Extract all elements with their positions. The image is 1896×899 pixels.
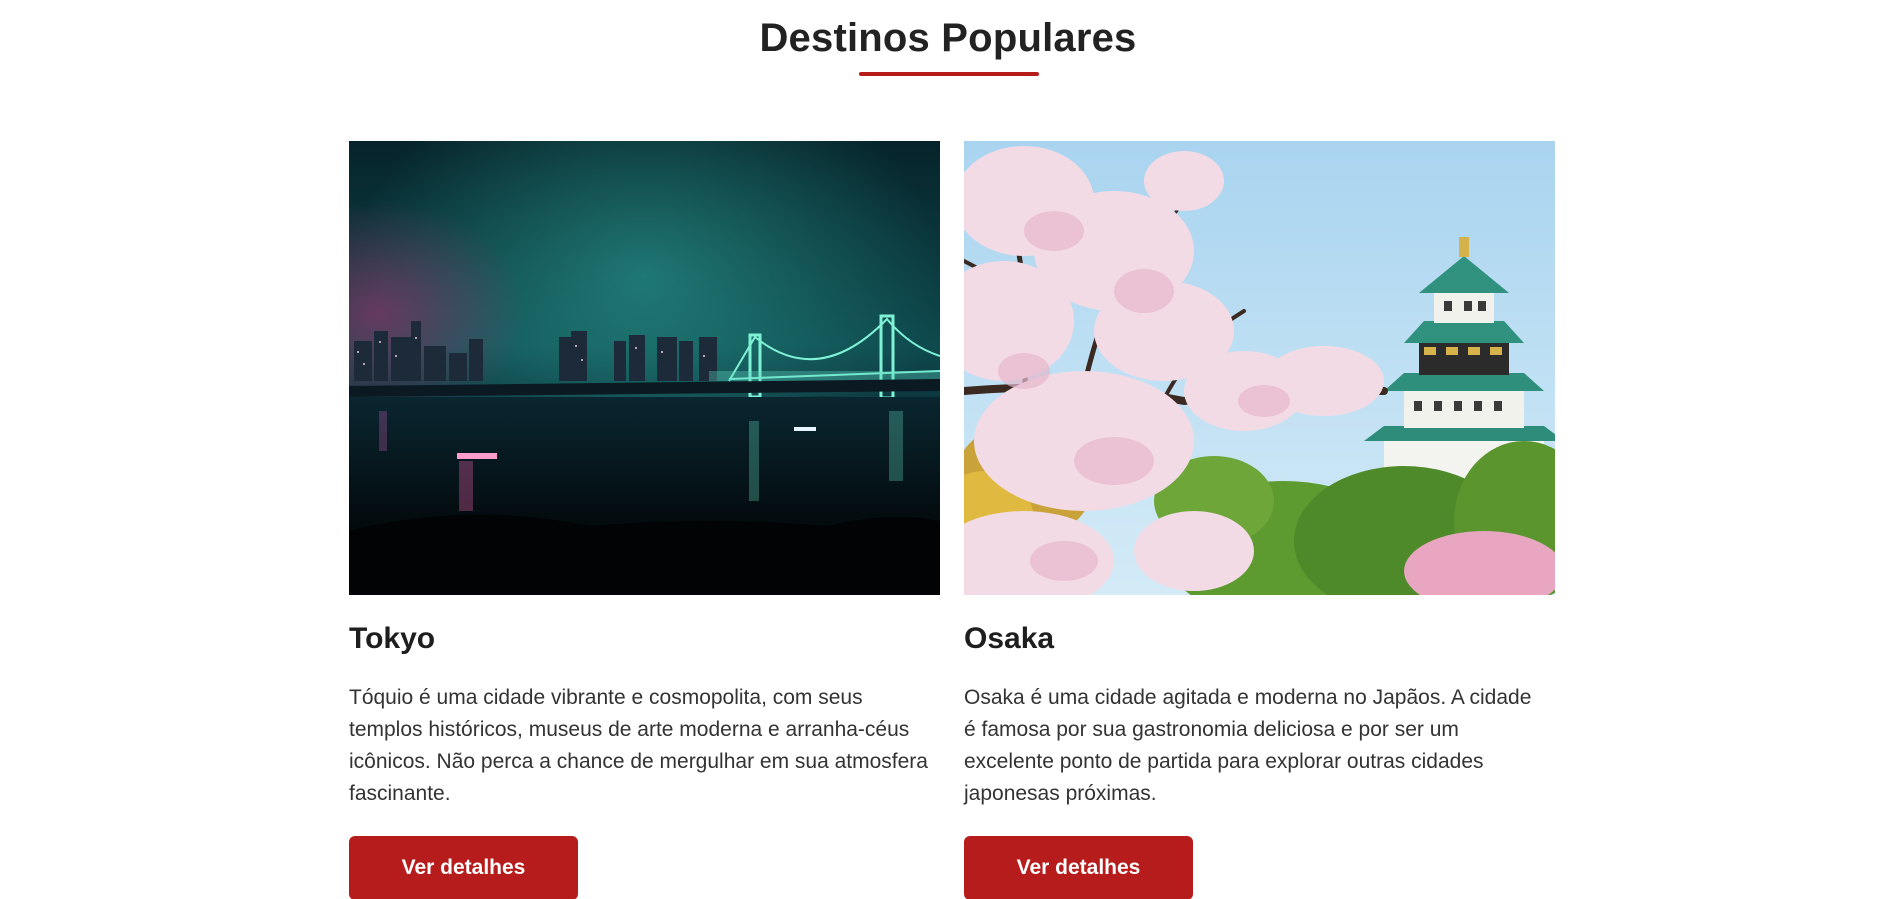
destination-card-osaka: Osaka Osaka é uma cidade agitada e moder… [964,141,1555,899]
osaka-image [964,141,1555,595]
destination-title: Tokyo [349,622,436,655]
title-underline [859,72,1039,76]
details-button-tokyo[interactable]: Ver detalhes [349,836,578,899]
tokyo-night-skyline-illustration [349,141,940,595]
destinations-section: Destinos Populares Tokyo Tóquio é uma ci… [0,0,1896,899]
destination-cards: Tokyo Tóquio é uma cidade vibrante e cos… [349,141,1555,899]
osaka-castle-illustration [964,141,1555,595]
tokyo-image [349,141,940,595]
destination-description: Tóquio é uma cidade vibrante e cosmopoli… [349,686,928,805]
destination-card-tokyo: Tokyo Tóquio é uma cidade vibrante e cos… [349,141,940,899]
details-button-osaka[interactable]: Ver detalhes [964,836,1193,899]
destination-title: Osaka [964,622,1055,655]
section-title: Destinos Populares [759,16,1137,60]
destination-description: Osaka é uma cidade agitada e moderna no … [964,686,1532,805]
